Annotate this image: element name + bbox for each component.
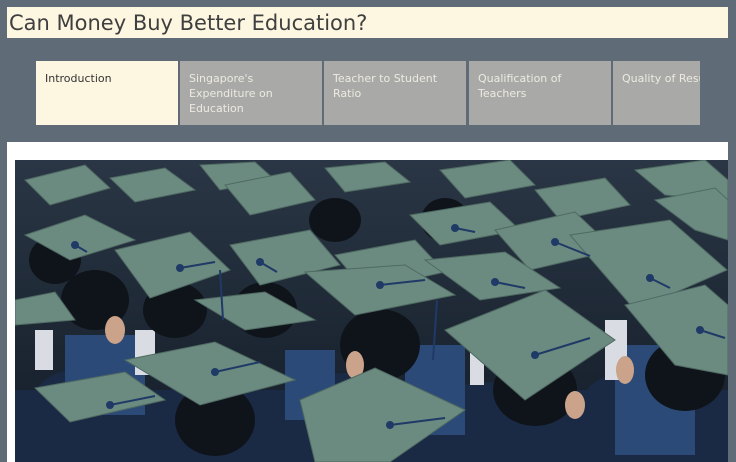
tab-label: Introduction (45, 72, 112, 85)
tab-label: Teacher to Student Ratio (333, 72, 438, 100)
tab-singapore-expenditure[interactable]: Singapore's Expenditure on Education (180, 61, 322, 125)
tab-introduction[interactable]: Introduction (36, 61, 178, 125)
story-navigation-tabs: Introduction Singapore's Expenditure on … (36, 61, 700, 125)
graduation-caps-illustration (15, 160, 728, 462)
tab-quality-of-results[interactable]: Quality of Results (613, 61, 700, 125)
story-point-panel (7, 142, 728, 462)
tab-label: Quality of Results (622, 72, 700, 85)
tab-label: Qualification of Teachers (478, 72, 562, 100)
tab-teacher-student-ratio[interactable]: Teacher to Student Ratio (324, 61, 466, 125)
tab-qualification-of-teachers[interactable]: Qualification of Teachers (469, 61, 611, 125)
dashboard-title: Can Money Buy Better Education? (7, 7, 728, 38)
graduation-caps-image (15, 160, 728, 462)
tab-label: Singapore's Expenditure on Education (189, 72, 273, 115)
